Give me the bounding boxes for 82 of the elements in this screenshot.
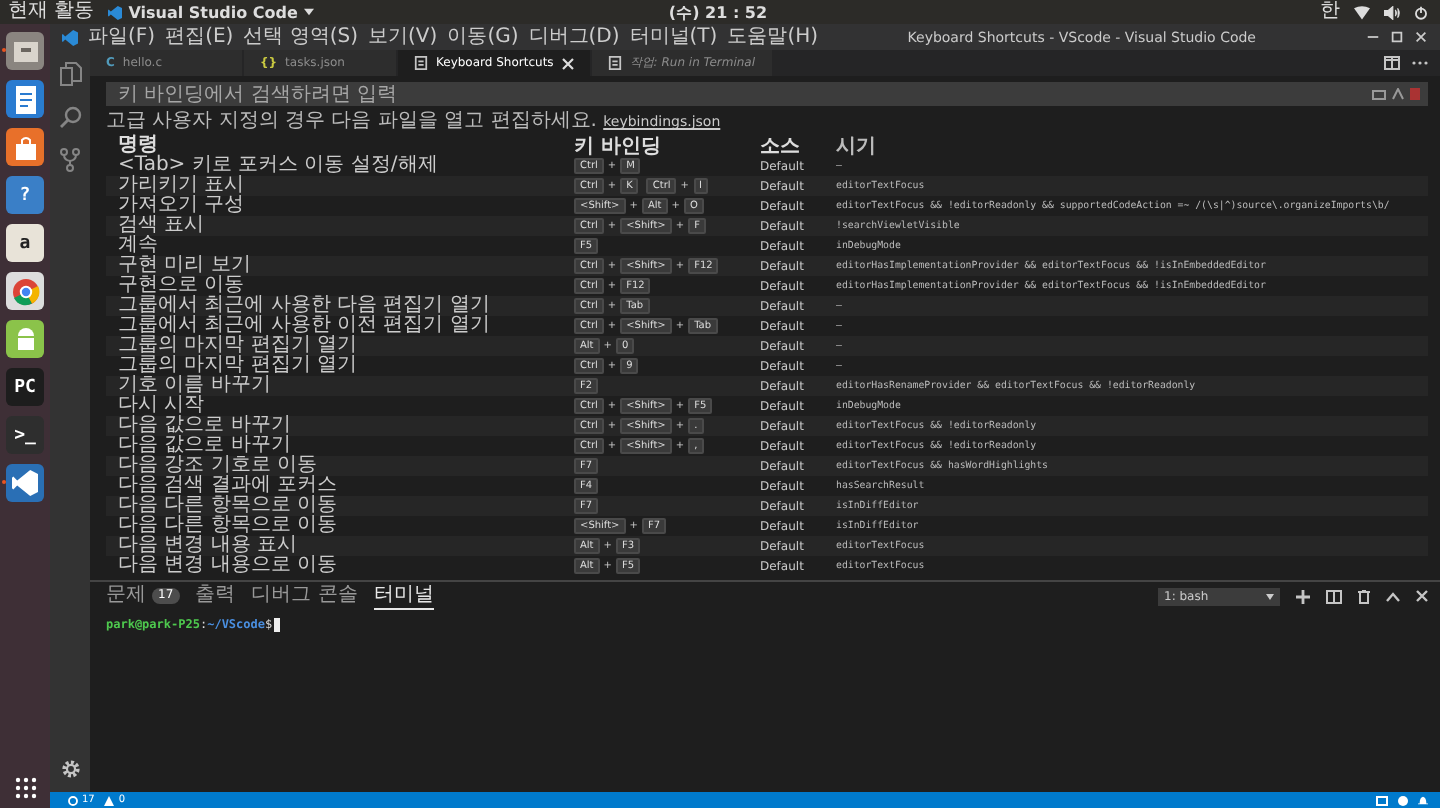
file-cabinet-icon[interactable] [6, 32, 44, 70]
ide-icon[interactable]: PC [6, 368, 44, 406]
vscode-logo-icon [62, 29, 78, 45]
shopping-app-icon[interactable]: a [6, 224, 44, 262]
column-header: 시기 [836, 133, 878, 159]
command-cell-text: 그룹의 마지막 편집기 열기 [116, 356, 360, 376]
command-cell-text: 다음 변경 내용으로 이동 [116, 556, 340, 576]
minimize-icon[interactable] [1366, 30, 1380, 44]
app-grid-icon[interactable] [13, 776, 37, 800]
volume-icon[interactable] [1383, 5, 1400, 19]
trash-icon[interactable] [1358, 589, 1370, 603]
command-cell-text: 다시 시작 [116, 396, 205, 416]
settings-icon[interactable] [59, 758, 81, 780]
record-keys-icon[interactable] [1372, 89, 1386, 99]
command-cell-text: 구현 미리 보기 [116, 256, 253, 276]
command-cell-text: 기호 이름 바꾸기 [116, 376, 273, 396]
wifi-icon[interactable] [1353, 5, 1370, 19]
command-cell-text: 다음 변경 내용 표시 [116, 536, 299, 556]
files-icon[interactable] [59, 62, 81, 86]
caret-icon [1266, 593, 1274, 599]
command-cell-text: 다음 강조 기호로 이동 [116, 456, 318, 476]
help-icon[interactable]: ? [6, 176, 44, 214]
command-cell-text: 그룹에서 최근에 사용한 이전 편집기 열기 [116, 316, 492, 336]
document-icon[interactable] [6, 80, 44, 118]
panel-tab[interactable]: 디버그 콘솔 [251, 584, 358, 608]
command-cell-text: 가져오기 구성 [116, 196, 247, 216]
menu-item[interactable]: 이동(G) [447, 24, 519, 50]
close-icon[interactable] [561, 57, 574, 69]
search-icon[interactable] [59, 106, 81, 128]
command-cell-text: 그룹의 마지막 편집기 열기 [116, 336, 360, 356]
document-icon [414, 56, 428, 70]
text-cursor [274, 618, 281, 632]
browser-icon[interactable] [6, 272, 44, 310]
caret-icon [303, 8, 314, 16]
command-cell-text: 구현으로 이동 [116, 276, 245, 296]
sort-icon[interactable] [1392, 88, 1404, 100]
command-cell-text: 계속 [116, 236, 160, 256]
close-icon[interactable] [1416, 590, 1428, 602]
menu-item[interactable]: 편집(E) [165, 24, 234, 50]
command-cell-text: 검색 표시 [116, 216, 207, 236]
robot-icon[interactable] [6, 320, 44, 358]
command-cell-text: 다음 다른 항목으로 이동 [116, 516, 340, 536]
terminal-icon[interactable]: >_ [6, 416, 44, 454]
command-cell-text: <Tab> 키로 포커스 이동 설정/해제 [116, 156, 440, 176]
column-header: 명령 [116, 135, 159, 155]
command-cell-text: 그룹에서 최근에 사용한 다음 편집기 열기 [116, 296, 492, 316]
code-editor-icon[interactable] [6, 464, 44, 502]
menu-item[interactable]: 보기(V) [368, 24, 438, 50]
split-editor-icon[interactable] [1384, 56, 1400, 70]
command-cell-text: 다음 다른 항목으로 이동 [116, 496, 340, 516]
document-icon [607, 56, 622, 70]
menu-item[interactable]: 터미널(T) [629, 24, 718, 50]
shopping-bag-icon[interactable] [6, 128, 44, 166]
column-header: 소스 [760, 133, 802, 159]
add-icon[interactable] [1296, 589, 1310, 603]
vscode-logo-icon [108, 5, 123, 19]
column-header: 키 바인딩 [574, 133, 663, 159]
panel-tab[interactable]: 출력 [195, 584, 236, 608]
menu-item[interactable]: 파일(F) [88, 24, 156, 50]
command-cell-text: 가리키기 표시 [116, 176, 247, 196]
warning-icon[interactable] [104, 795, 115, 805]
more-actions-icon[interactable] [1412, 60, 1428, 66]
chevron-up-icon[interactable] [1386, 591, 1400, 601]
error-icon[interactable] [68, 795, 78, 805]
menu-item[interactable]: 디버그(D) [528, 24, 620, 50]
command-cell-text: 다음 값으로 바꾸기 [116, 416, 293, 436]
feedback-icon[interactable] [1376, 795, 1388, 805]
source-control-icon[interactable] [60, 148, 80, 172]
close-icon[interactable] [1414, 30, 1428, 44]
maximize-icon[interactable] [1390, 30, 1404, 44]
activities-button[interactable]: 현재 활동 [8, 0, 95, 24]
command-cell-text: 다음 값으로 바꾸기 [116, 436, 291, 456]
command-cell-text: 다음 검색 결과에 포커스 [116, 476, 340, 496]
bell-icon[interactable] [1418, 795, 1428, 805]
panel-tab[interactable]: 터미널 [373, 583, 434, 609]
split-terminal-icon[interactable] [1326, 589, 1342, 603]
power-icon[interactable] [1413, 5, 1428, 19]
menu-item[interactable]: 선택 영역(S) [243, 24, 359, 50]
app-menu[interactable]: Visual Studio Code [108, 3, 314, 21]
input-method-indicator[interactable]: 한 [1319, 0, 1340, 24]
clock[interactable]: (수) 21 : 52 [668, 1, 768, 23]
menu-item[interactable]: 도움말(H) [727, 24, 819, 50]
